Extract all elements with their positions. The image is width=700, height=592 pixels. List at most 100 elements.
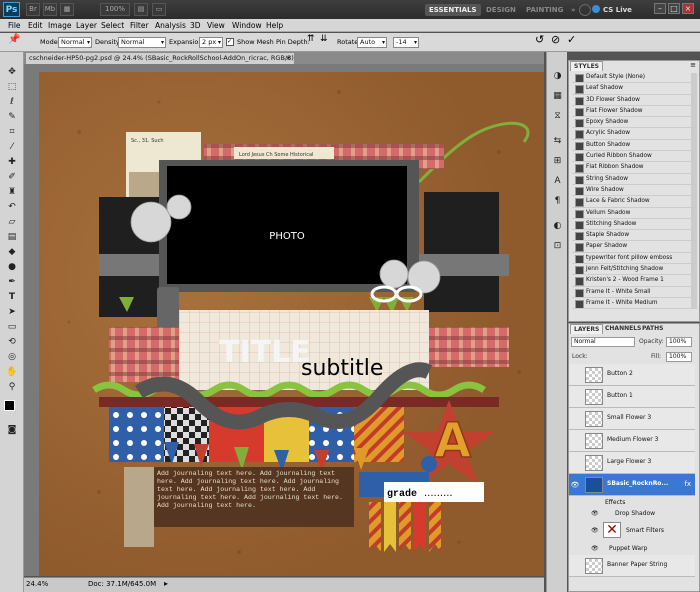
expansion-field[interactable]: 2 px [199, 37, 223, 48]
quick-select-tool-icon[interactable]: ✎ [3, 111, 21, 124]
history-brush-tool-icon[interactable]: ↶ [3, 201, 21, 214]
style-item[interactable]: Flat Ribbon Shadow [572, 162, 692, 174]
panel-menu-icon[interactable]: ≡ [690, 61, 696, 69]
screen-mode-button[interactable]: ▭ [152, 3, 166, 16]
visibility-toggle[interactable] [570, 436, 580, 446]
crop-tool-icon[interactable]: ⌗ [3, 126, 21, 139]
quick-mask-icon[interactable]: ◙ [3, 424, 21, 437]
hand-tool-icon[interactable]: ✋ [3, 366, 21, 379]
eye-icon[interactable]: 👁 [591, 543, 599, 554]
workspace-essentials[interactable]: ESSENTIALS [425, 4, 481, 16]
visibility-toggle[interactable] [570, 392, 580, 402]
style-item[interactable]: Jenn Felt/Stitching Shadow [572, 264, 692, 276]
status-menu-arrow-icon[interactable]: ▸ [164, 579, 168, 588]
view-extras-button[interactable]: ▦ [60, 3, 74, 16]
style-item[interactable]: Curled Ribbon Shadow [572, 151, 692, 163]
color-panel-icon[interactable]: ◑ [551, 70, 564, 83]
menu-3d[interactable]: 3D [190, 20, 201, 31]
style-item[interactable]: Kristen's 2 - Wood Frame 1 [572, 275, 692, 287]
cancel-icon[interactable]: ⊘ [551, 34, 560, 45]
character-panel-icon[interactable]: A [551, 175, 564, 188]
eye-icon[interactable]: 👁 [591, 508, 599, 519]
3d-orbit-tool-icon[interactable]: ◎ [3, 351, 21, 364]
visibility-toggle[interactable] [570, 561, 580, 571]
paragraph-panel-icon[interactable]: ¶ [551, 195, 564, 208]
visibility-toggle[interactable] [570, 414, 580, 424]
eraser-tool-icon[interactable]: ▱ [3, 216, 21, 229]
menu-help[interactable]: Help [266, 20, 283, 31]
menu-window[interactable]: Window [232, 20, 262, 31]
foreground-color-swatch[interactable] [4, 400, 15, 411]
tab-styles[interactable]: STYLES [570, 61, 604, 71]
style-item[interactable]: Paper Shadow [572, 241, 692, 253]
menu-select[interactable]: Select [101, 20, 124, 31]
style-item[interactable]: typewriter font pillow emboss [572, 253, 692, 265]
style-item[interactable]: Flat Flower Shadow [572, 106, 692, 118]
gradient-tool-icon[interactable]: ▤ [3, 231, 21, 244]
workspace-painting[interactable]: PAINTING [522, 4, 567, 16]
style-item[interactable]: Stitching Shadow [572, 219, 692, 231]
puppet-warp-tool-icon[interactable]: 📌 [8, 35, 20, 45]
marquee-tool-icon[interactable]: ⬚ [3, 81, 21, 94]
blend-mode-select[interactable]: Normal [571, 337, 635, 347]
opacity-field[interactable]: 100% [666, 337, 692, 347]
tab-layers[interactable]: LAYERS [570, 324, 604, 334]
info-panel-icon[interactable]: ◐ [551, 220, 564, 233]
masks-panel-icon[interactable]: ⊞ [551, 155, 564, 168]
minimize-button[interactable]: – [654, 3, 666, 14]
healing-tool-icon[interactable]: ✚ [3, 156, 21, 169]
eyedropper-tool-icon[interactable]: ⁄ [3, 141, 21, 154]
style-item[interactable]: Frame It - White Medium [572, 298, 692, 310]
layer-row[interactable]: Banner Paper String [569, 555, 695, 577]
clone-stamp-tool-icon[interactable]: ♜ [3, 186, 21, 199]
style-item[interactable]: Acrylic Shadow [572, 128, 692, 140]
blur-tool-icon[interactable]: ◆ [3, 246, 21, 259]
style-item[interactable]: Default Style (None) [572, 72, 692, 84]
styles-scrollbar[interactable] [691, 73, 697, 309]
style-item[interactable]: Vellum Shadow [572, 208, 692, 219]
arrange-documents-button[interactable]: ▤ [134, 3, 148, 16]
workspace-design[interactable]: DESIGN [482, 4, 520, 16]
dodge-tool-icon[interactable]: ● [3, 261, 21, 274]
adjustments-panel-icon[interactable]: ⇆ [551, 135, 564, 148]
fill-field[interactable]: 100% [666, 352, 692, 362]
3d-rotate-tool-icon[interactable]: ⟲ [3, 336, 21, 349]
style-item[interactable]: Epoxy Shadow [572, 117, 692, 129]
bridge-button[interactable]: Br [26, 3, 40, 16]
shape-tool-icon[interactable]: ▭ [3, 321, 21, 334]
layer-row-selected[interactable]: 👁 SBasic_RocknRo... fx [569, 474, 695, 496]
brush-tool-icon[interactable]: ✐ [3, 171, 21, 184]
show-mesh-checkbox[interactable]: ✓ [226, 38, 234, 46]
visibility-toggle[interactable] [570, 370, 580, 380]
smart-filters-row[interactable]: 👁 ✕ Smart Filters [569, 520, 695, 542]
style-item[interactable]: 3D Flower Shadow [572, 95, 692, 106]
style-item[interactable]: Lace & Fabric Shadow [572, 196, 692, 208]
swatches-panel-icon[interactable]: ▦ [551, 90, 564, 103]
layer-row[interactable]: Button 1 [569, 386, 695, 408]
commit-icon[interactable]: ✓ [567, 34, 576, 45]
minibridge-button[interactable]: Mb [43, 3, 57, 16]
style-item[interactable]: Frame It - White Small [572, 287, 692, 298]
maximize-button[interactable]: □ [668, 3, 680, 14]
menu-layer[interactable]: Layer [76, 20, 97, 31]
menu-edit[interactable]: Edit [28, 20, 43, 31]
eye-icon[interactable]: 👁 [591, 525, 599, 536]
menu-filter[interactable]: Filter [130, 20, 149, 31]
effects-row[interactable]: Effects [569, 497, 695, 508]
reset-icon[interactable]: ↺ [535, 34, 544, 45]
menu-view[interactable]: View [207, 20, 225, 31]
puppet-warp-row[interactable]: 👁 Puppet Warp [569, 543, 695, 554]
pin-depth-front-icon[interactable]: ⇈ [307, 35, 315, 44]
density-select[interactable]: Normal [118, 37, 166, 48]
document-canvas[interactable]: Sc., 31. Such Lord Jesus Ch Some Histori… [39, 72, 544, 576]
pen-tool-icon[interactable]: ✒ [3, 276, 21, 289]
visibility-toggle[interactable] [570, 458, 580, 468]
path-select-tool-icon[interactable]: ➤ [3, 306, 21, 319]
mode-select[interactable]: Normal [58, 37, 92, 48]
layer-row[interactable]: Medium Flower 3 [569, 430, 695, 452]
layer-row[interactable]: Small Flower 3 [569, 408, 695, 430]
tab-channels[interactable]: CHANNELS [602, 324, 644, 334]
menu-image[interactable]: Image [48, 20, 72, 31]
menu-analysis[interactable]: Analysis [155, 20, 186, 31]
zoom-level-dropdown[interactable]: 100% [100, 3, 130, 16]
